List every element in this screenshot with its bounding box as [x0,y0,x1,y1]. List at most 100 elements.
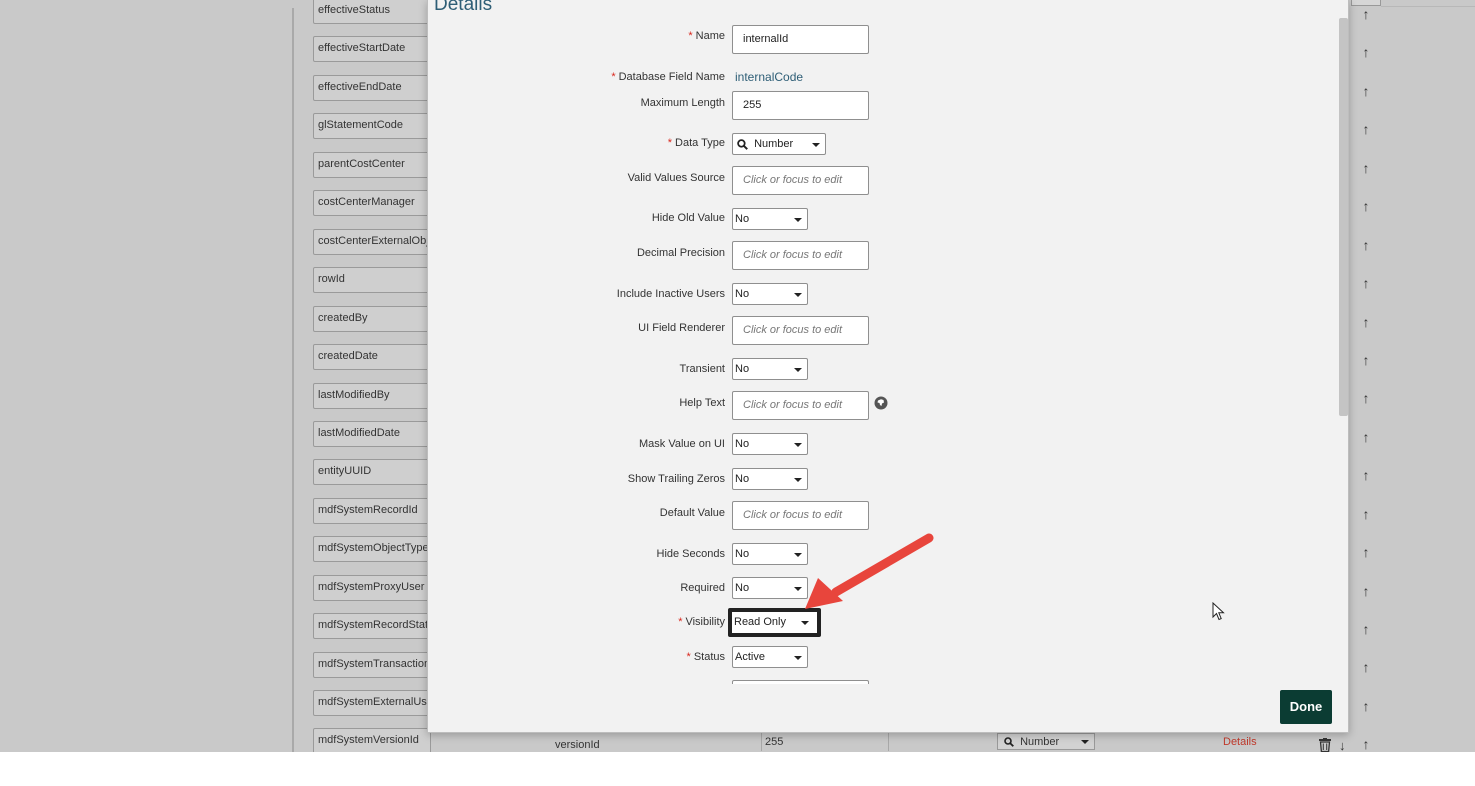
decimal-precision-input[interactable]: Click or focus to edit [732,241,869,270]
visibility-label: * Visibility [678,616,725,628]
background-field[interactable]: costCenterExternalObj [313,229,431,255]
caret-down-icon [794,587,802,591]
arrow-up-icon[interactable]: ↑ [1359,507,1373,521]
arrow-up-icon[interactable]: ↑ [1359,161,1373,175]
visibility-select[interactable]: Read Only [728,608,821,637]
background-field[interactable]: effectiveEndDate [313,75,431,101]
background-field[interactable]: effectiveStatus [313,0,431,24]
arrow-up-icon[interactable]: ↑ [1359,276,1373,290]
data-type-value: Number [754,138,794,150]
trash-icon-svg [1319,738,1331,752]
background-field[interactable]: lastModifiedDate [313,421,431,447]
mask-value-on-ui-label: Mask Value on UI [638,438,725,450]
background-field[interactable]: mdfSystemExternalUs [313,690,431,716]
arrow-up-icon[interactable]: ↑ [1359,7,1373,21]
arrow-up-icon[interactable]: ↑ [1359,199,1373,213]
arrow-up-icon[interactable]: ↑ [1359,45,1373,59]
include-inactive-users-select[interactable]: No [732,283,808,305]
background-field[interactable]: parentCostCenter [313,152,431,178]
default-value-input[interactable]: Click or focus to edit [732,501,869,530]
background-field[interactable]: glStatementCode [313,113,431,139]
db-field-name-value: internalCode [735,70,804,84]
globe-help-icon[interactable] [874,396,888,410]
status-select[interactable]: Active [732,646,808,668]
hide-old-value-label: Hide Old Value [651,212,725,224]
transient-select[interactable]: No [732,358,808,380]
background-data-type-select[interactable]: Number [997,733,1095,750]
required-star: * [686,651,691,663]
background-field[interactable]: mdfSystemObjectType [313,536,431,562]
trash-icon[interactable] [1319,734,1333,752]
background-field[interactable]: entityUUID [313,459,431,485]
max-length-input[interactable]: 255 [732,91,869,120]
arrow-up-icon[interactable]: ↑ [1359,545,1373,559]
include-inactive-users-label: Include Inactive Users [616,288,725,300]
arrow-up-icon[interactable]: ↑ [1359,737,1373,751]
caret-down-icon [794,478,802,482]
background-max-length: 255 [761,732,889,751]
arrow-up-icon[interactable]: ↑ [1359,430,1373,444]
background-field[interactable]: effectiveStartDate [313,36,431,62]
row-data-type: * Data Type Number [428,133,1336,163]
caret-down-icon [794,443,802,447]
dialog-scrollbar[interactable] [1338,16,1348,684]
visibility-value: Read Only [734,616,786,628]
required-star: * [611,71,616,83]
name-input[interactable]: internalId [732,25,869,54]
row-transient: Transient No [428,358,1336,388]
valid-values-source-input[interactable]: Click or focus to edit [732,166,869,195]
show-trailing-zeros-select[interactable]: No [732,468,808,490]
dialog-scrollbar-thumb[interactable] [1339,18,1348,416]
background-field[interactable]: createdBy [313,306,431,332]
required-select[interactable]: No [732,577,808,599]
done-button[interactable]: Done [1280,690,1332,724]
hide-seconds-label: Hide Seconds [656,548,726,560]
arrow-down-icon[interactable]: ↓ [1339,733,1346,752]
background-field[interactable]: mdfSystemProxyUser [313,575,431,601]
background-field[interactable]: costCenterManager [313,190,431,216]
background-field[interactable]: rowId [313,267,431,293]
arrow-up-icon[interactable]: ↑ [1359,468,1373,482]
arrow-up-icon[interactable]: ↑ [1359,699,1373,713]
background-field[interactable]: mdfSystemRecordStat [313,613,431,639]
background-field[interactable]: mdfSystemTransaction [313,652,431,678]
next-field-input[interactable] [732,680,869,684]
hide-seconds-select[interactable]: No [732,543,808,565]
arrow-up-icon[interactable]: ↑ [1359,122,1373,136]
required-value: No [735,582,750,594]
row-default-value: Default Value Click or focus to edit [428,501,1336,531]
background-field[interactable]: lastModifiedBy [313,383,431,409]
row-include-inactive-users: Include Inactive Users No [428,283,1336,313]
help-text-input[interactable]: Click or focus to edit [732,391,869,420]
required-star: * [678,616,683,628]
ui-field-renderer-input[interactable]: Click or focus to edit [732,316,869,345]
background-field[interactable]: createdDate [313,344,431,370]
arrow-up-icon[interactable]: ↑ [1359,84,1373,98]
background-field[interactable]: mdfSystemRecordId [313,498,431,524]
hide-old-value-value: No [735,213,750,225]
hide-old-value-select[interactable]: No [732,208,808,230]
caret-down-icon [794,368,802,372]
status-label: * Status [687,651,725,663]
background-table-row: versionId 255 Number Details ↓ [441,732,1351,752]
arrow-up-icon[interactable]: ↑ [1359,584,1373,598]
db-field-name-label-text: Database Field Name [618,71,725,83]
arrow-up-icon[interactable]: ↑ [1359,660,1373,674]
background-field[interactable]: mdfSystemVersionId [313,728,431,752]
help-text-label: Help Text [679,397,725,409]
data-type-select[interactable]: Number [732,133,826,155]
background-details-link[interactable]: Details [1223,732,1257,751]
include-inactive-users-value: No [735,288,750,300]
mask-value-on-ui-select[interactable]: No [732,433,808,455]
arrow-up-icon[interactable]: ↑ [1359,391,1373,405]
arrow-up-icon[interactable]: ↑ [1359,238,1373,252]
arrow-up-icon[interactable]: ↑ [1359,353,1373,367]
name-label: * Name [688,30,725,42]
search-icon [737,138,748,150]
arrow-up-icon[interactable]: ↑ [1359,622,1373,636]
name-label-text: Name [695,30,725,42]
transient-value: No [735,363,750,375]
ui-field-renderer-label: UI Field Renderer [638,322,725,334]
background-data-type-value: Number [1020,736,1060,748]
arrow-up-icon[interactable]: ↑ [1359,315,1373,329]
